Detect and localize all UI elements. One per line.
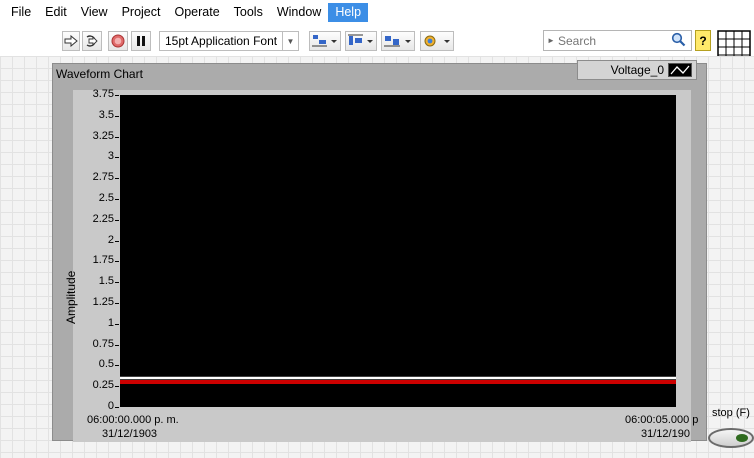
align-objects-icon[interactable] [309, 31, 341, 51]
y-tick-mark [115, 261, 119, 262]
y-tick-mark [115, 220, 119, 221]
chart-title: Waveform Chart [56, 67, 143, 81]
run-continuously-icon[interactable] [82, 31, 102, 51]
y-tick-label: 1 [107, 316, 114, 329]
menu-operate[interactable]: Operate [167, 3, 226, 22]
y-tick-mark [115, 241, 119, 242]
y-tick-label: 3.25 [92, 129, 114, 142]
run-arrow-icon[interactable] [62, 31, 80, 51]
x-axis-end-date: 31/12/190 [641, 428, 690, 440]
y-tick-mark [115, 365, 119, 366]
abort-execution-icon[interactable] [108, 31, 128, 51]
front-panel: Waveform Chart Voltage_0 3.75 3.5 3.25 3 2.7… [0, 56, 754, 458]
stop-button-knob [736, 434, 748, 442]
menu-window[interactable]: Window [270, 3, 328, 22]
y-tick-label: 2 [107, 233, 114, 246]
y-axis-title: Amplitude [64, 270, 78, 324]
toolbar: 15pt Application Font ▼ ► ? [0, 24, 751, 64]
y-tick-label: 1.25 [92, 296, 114, 308]
legend-trace-icon [668, 63, 692, 77]
y-tick-label: 3.75 [92, 88, 114, 100]
menu-help[interactable]: Help [328, 2, 369, 22]
x-axis-end-time: 06:00:05.000 p [625, 414, 699, 426]
x-axis-start-date: 31/12/1903 [102, 428, 158, 440]
y-tick-mark [115, 407, 119, 408]
menu-view[interactable]: View [74, 3, 115, 22]
resize-objects-icon[interactable] [381, 31, 415, 51]
y-tick-mark [115, 137, 119, 138]
y-tick-mark [115, 157, 119, 158]
y-tick-mark [115, 324, 119, 325]
y-tick-mark [115, 386, 119, 387]
y-tick-label: 3.5 [98, 108, 114, 121]
distribute-objects-icon[interactable] [345, 31, 377, 51]
plot-area[interactable] [120, 95, 676, 407]
plot-legend[interactable]: Voltage_0 [577, 60, 697, 80]
reorder-icon[interactable] [420, 31, 454, 51]
search-icon[interactable] [671, 32, 686, 50]
y-tick-label: 0.25 [92, 379, 114, 392]
caret-right-icon: ► [547, 36, 555, 45]
pause-icon[interactable] [131, 31, 151, 51]
menu-file[interactable]: File [4, 3, 38, 22]
menu-edit[interactable]: Edit [38, 3, 74, 22]
y-tick-label: 0.5 [98, 358, 114, 371]
y-tick-mark [115, 199, 119, 200]
y-tick-label: 1.5 [98, 275, 114, 288]
font-selector-label: 15pt Application Font [165, 34, 278, 48]
y-tick-mark [115, 116, 119, 117]
y-tick-mark [115, 345, 119, 346]
y-tick-label: 3 [107, 150, 114, 163]
y-tick-label: 2.75 [92, 171, 114, 184]
stop-button[interactable] [708, 428, 754, 448]
stop-label: stop (F) [712, 407, 750, 419]
y-tick-label: 2.5 [98, 192, 114, 204]
chevron-down-icon: ▼ [282, 32, 298, 50]
y-tick-mark [115, 303, 119, 304]
menu-project[interactable]: Project [115, 3, 168, 22]
y-tick-label: 0.75 [92, 337, 114, 350]
font-selector[interactable]: 15pt Application Font ▼ [159, 31, 299, 51]
context-help-icon[interactable]: ? [695, 30, 711, 51]
x-axis-start-time: 06:00:00.000 p. m. [87, 414, 179, 426]
y-tick-mark [115, 95, 119, 96]
y-tick-label: 2.25 [92, 212, 114, 225]
search-field[interactable]: ► [543, 30, 692, 51]
menu-tools[interactable]: Tools [227, 3, 270, 22]
y-tick-mark [115, 178, 119, 179]
menu-bar: File Edit View Project Operate Tools Win… [0, 0, 712, 24]
y-tick-mark [115, 282, 119, 283]
legend-series-label: Voltage_0 [610, 63, 664, 77]
y-tick-label: 1.75 [92, 254, 114, 267]
y-tick-label: 0 [107, 400, 114, 412]
search-input[interactable] [558, 33, 658, 48]
